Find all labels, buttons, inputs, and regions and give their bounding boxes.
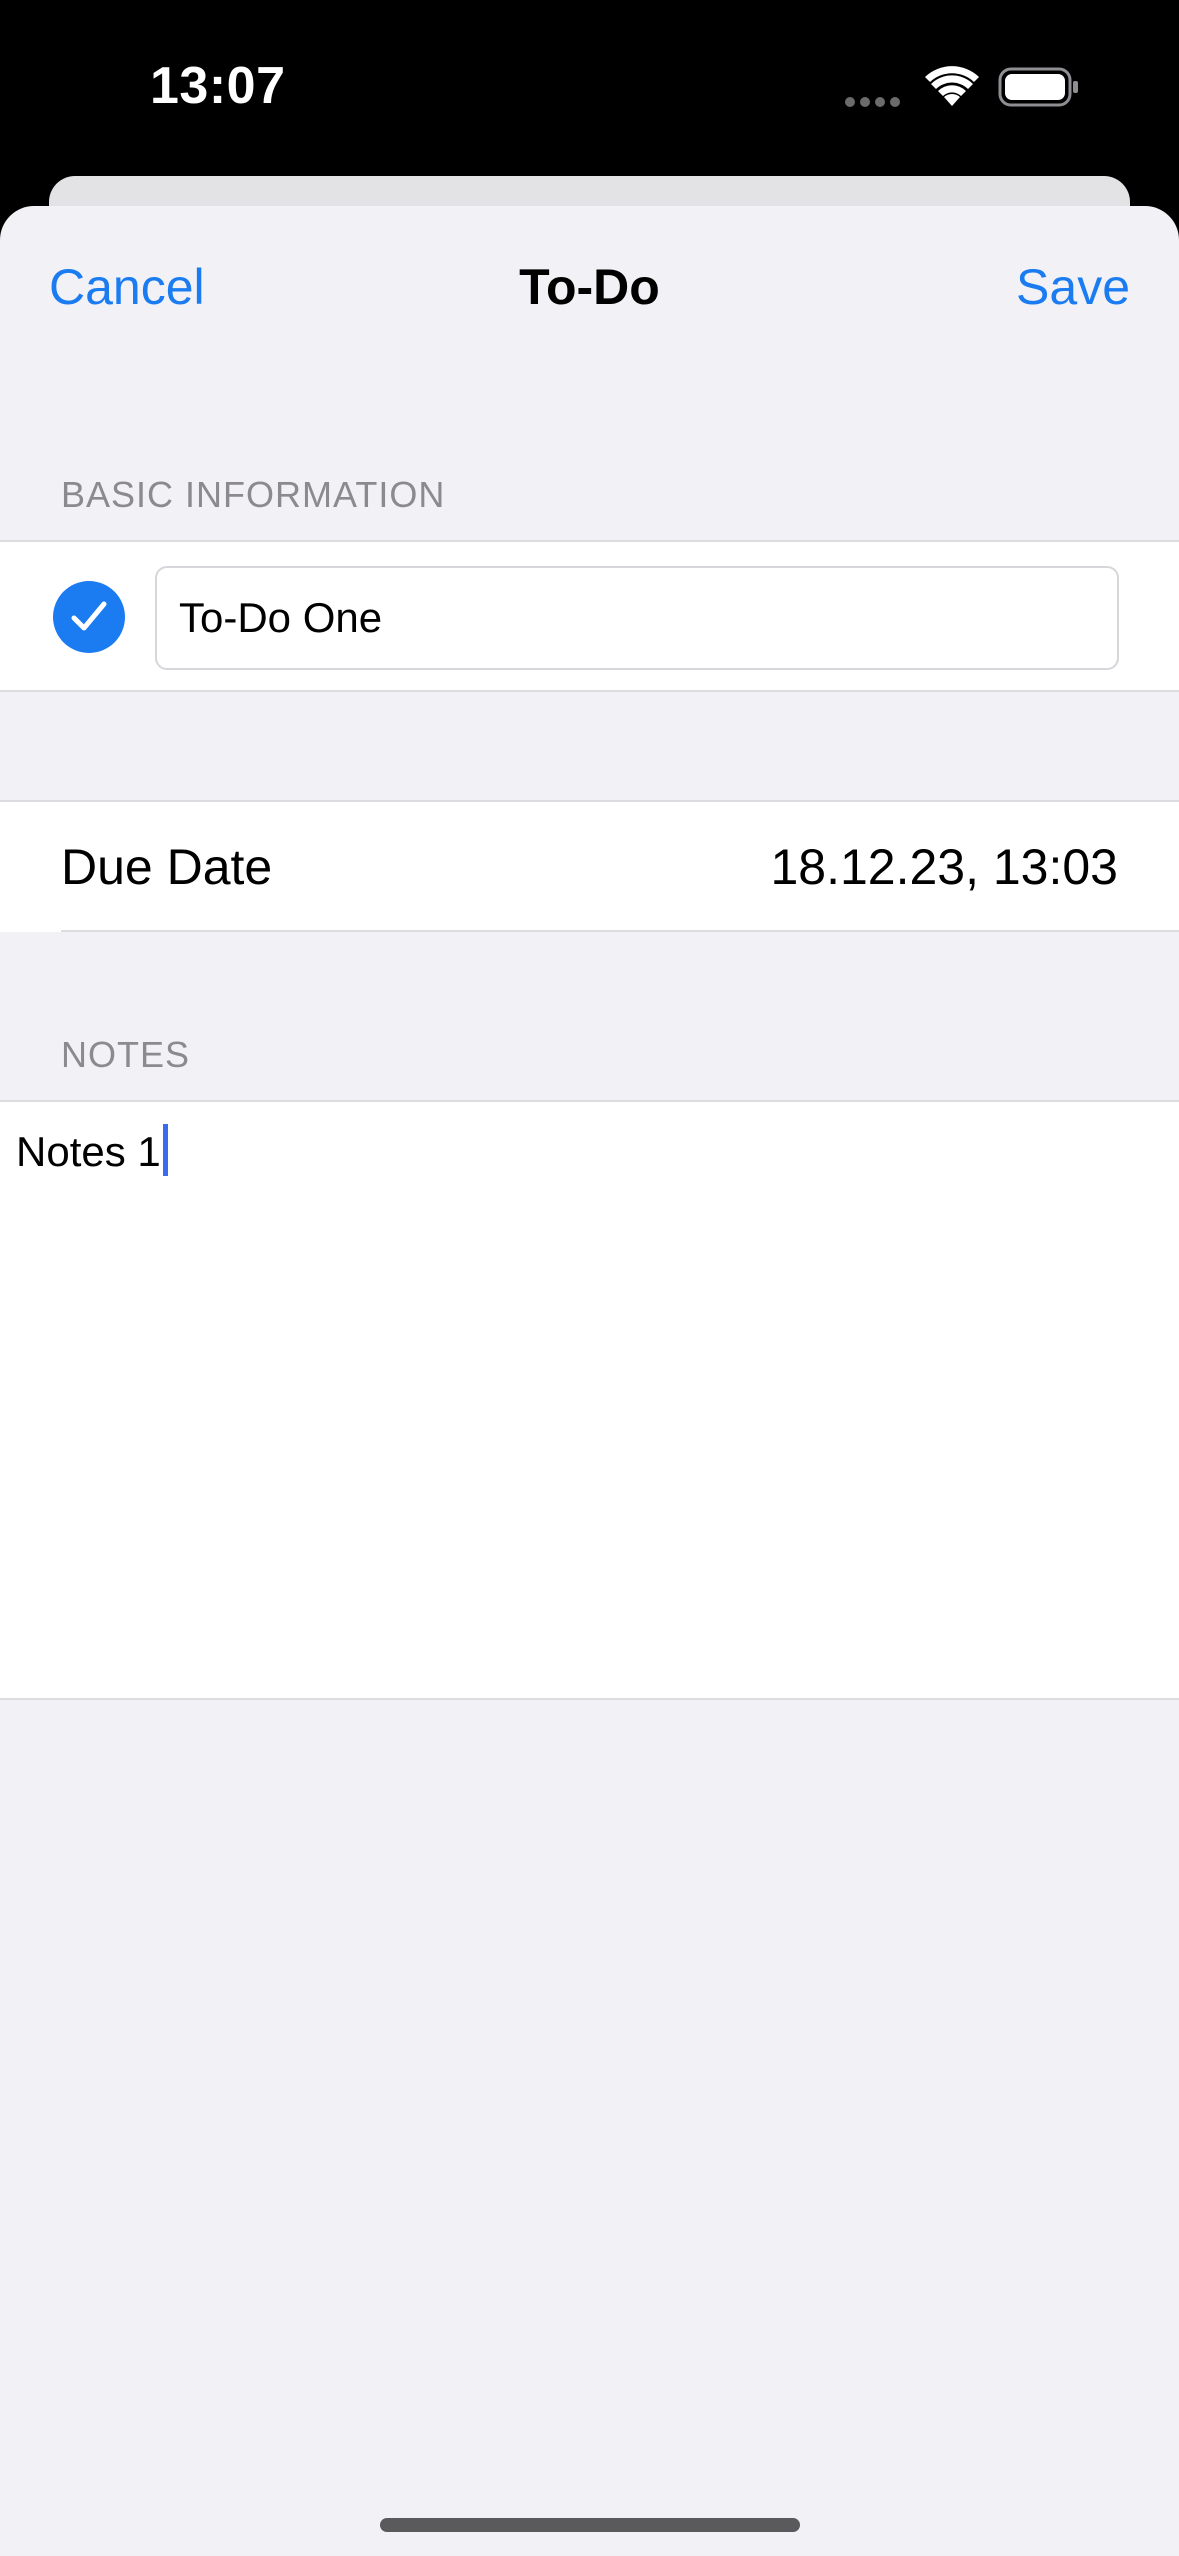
due-date-value[interactable]: 18.12.23, 13:03 [770, 838, 1118, 896]
notes-text-area[interactable]: Notes 1 [0, 1100, 1179, 1700]
basic-information-group [0, 540, 1179, 692]
save-button[interactable]: Save [1016, 258, 1130, 316]
todo-sheet: Cancel To-Do Save BASIC INFORMATION Due … [0, 206, 1179, 2556]
screen: 13:07 Cancel To-Do Save BASIC INFORMATIO… [0, 0, 1179, 2556]
title-input[interactable] [155, 566, 1119, 670]
navigation-bar: Cancel To-Do Save [0, 206, 1179, 376]
due-date-label: Due Date [61, 839, 273, 895]
section-header-notes: NOTES [61, 1034, 191, 1075]
section-header-basic-information: BASIC INFORMATION [61, 474, 446, 515]
wifi-icon [925, 66, 979, 106]
checkmark-icon [71, 601, 107, 631]
text-cursor [162, 1124, 168, 1176]
cellular-signal-icon [845, 94, 905, 107]
completed-checkbox[interactable] [53, 581, 125, 653]
cancel-button[interactable]: Cancel [49, 258, 205, 316]
battery-icon [998, 67, 1078, 107]
notes-text: Notes 1 [16, 1128, 161, 1175]
due-date-group[interactable]: Due Date 18.12.23, 13:03 [0, 800, 1179, 932]
home-indicator[interactable] [380, 2518, 800, 2532]
divider [61, 930, 1179, 932]
status-bar: 13:07 [0, 0, 1179, 180]
status-time: 13:07 [150, 57, 286, 115]
notes-content: Notes 1 [16, 1124, 168, 1176]
